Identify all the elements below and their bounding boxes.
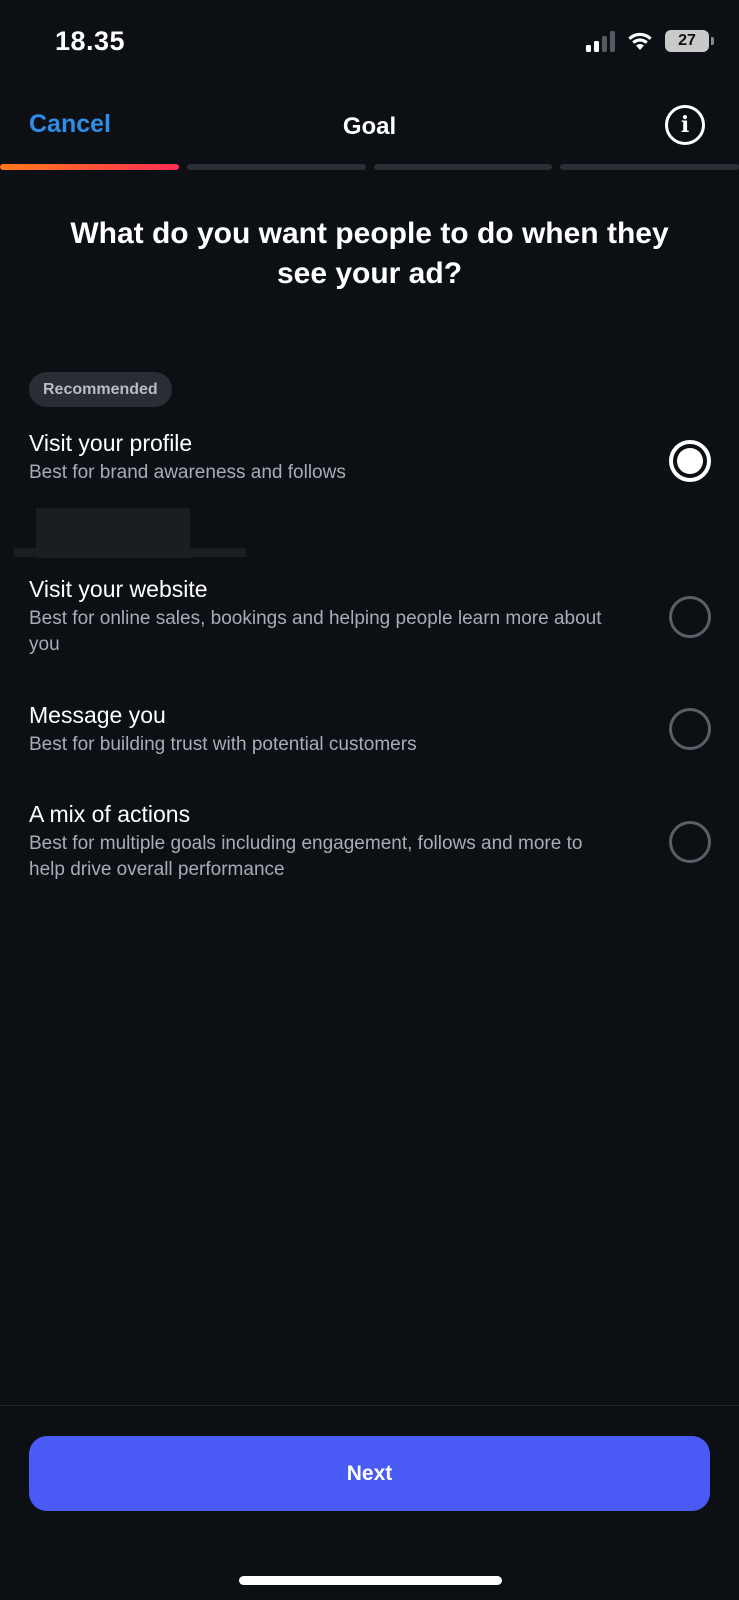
radio-visit-website[interactable]: [669, 596, 711, 638]
option-title: Visit your profile: [29, 430, 193, 456]
recommended-badge: Recommended: [29, 372, 172, 407]
radio-mix-of-actions[interactable]: [669, 821, 711, 863]
ad-goal-screen: 18.35 27 Cancel Goal i What do you want …: [0, 0, 739, 1600]
progress-segment-1: [0, 164, 179, 170]
page-title: Goal: [342, 113, 397, 140]
option-description: Best for building trust with potential c…: [29, 734, 417, 755]
footer-divider: [0, 1405, 739, 1406]
option-title: Message you: [29, 702, 166, 728]
battery-icon: 27: [665, 30, 714, 52]
status-icons: 27: [586, 30, 714, 52]
progress-segment-3: [373, 164, 553, 170]
progress-segment-4: [560, 164, 739, 170]
option-text: Visit your profile Best for brand awaren…: [29, 428, 619, 486]
option-description: Best for brand awareness and follows: [29, 462, 346, 483]
option-message-you[interactable]: Message you Best for building trust with…: [29, 700, 711, 758]
next-button[interactable]: Next: [29, 1436, 710, 1511]
status-time: 18.35: [55, 26, 126, 56]
option-text: Message you Best for building trust with…: [29, 700, 619, 758]
wifi-icon: [628, 32, 652, 50]
option-title: Visit your website: [29, 576, 208, 602]
redacted-content: [14, 508, 246, 568]
option-description: Best for multiple goals including engage…: [29, 833, 583, 880]
progress-segment-2: [186, 164, 366, 170]
option-text: A mix of actions Best for multiple goals…: [29, 799, 619, 883]
cellular-signal-icon: [586, 30, 615, 52]
option-text: Visit your website Best for online sales…: [29, 574, 619, 658]
option-visit-website[interactable]: Visit your website Best for online sales…: [29, 574, 711, 658]
option-mix-of-actions[interactable]: A mix of actions Best for multiple goals…: [29, 799, 711, 883]
radio-visit-profile[interactable]: [669, 440, 711, 482]
option-title: A mix of actions: [29, 801, 191, 827]
goal-question-heading: What do you want people to do when they …: [70, 217, 669, 290]
step-progress-bar: [0, 164, 739, 170]
radio-message-you[interactable]: [669, 708, 711, 750]
info-icon[interactable]: i: [665, 105, 705, 145]
option-description: Best for online sales, bookings and help…: [29, 608, 602, 655]
home-indicator[interactable]: [239, 1576, 502, 1585]
option-visit-profile[interactable]: Visit your profile Best for brand awaren…: [29, 428, 711, 486]
